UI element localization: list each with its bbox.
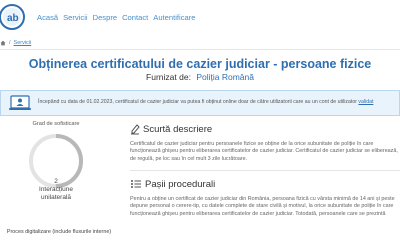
notice-link-validat[interactable]: validat bbox=[358, 99, 373, 105]
nav-item-contact[interactable]: Contact bbox=[122, 13, 148, 22]
page-title: Obținerea certificatului de cazier judic… bbox=[28, 57, 372, 71]
steps-text: Pentru a obține un certificat de cazier … bbox=[130, 196, 395, 217]
process-label: Proces digitalizare (include fluxurile i… bbox=[6, 229, 112, 235]
steps-heading: Pașii procedurali bbox=[130, 178, 215, 190]
notice-text-wrap: Începând cu data de 01.02.2023, certific… bbox=[38, 99, 373, 105]
description-heading: Scurtă descriere bbox=[130, 123, 212, 135]
info-notice: Începând cu data de 01.02.2023, certific… bbox=[0, 90, 400, 116]
pencil-icon bbox=[131, 124, 140, 135]
nav-item-autentificare[interactable]: Autentificare bbox=[153, 13, 195, 22]
description-title: Scurtă descriere bbox=[143, 123, 213, 135]
gauge-value: 2 bbox=[54, 178, 58, 185]
site-logo[interactable]: ab bbox=[0, 2, 26, 32]
section-divider bbox=[130, 170, 400, 171]
top-nav: ab Acasă Servicii Despre Contact Autenti… bbox=[0, 0, 400, 36]
provider-value: Poliția Română bbox=[196, 72, 254, 82]
home-icon[interactable] bbox=[0, 40, 6, 46]
breadcrumb-divider bbox=[0, 49, 400, 50]
breadcrumb-separator: / bbox=[9, 40, 11, 46]
provider-label: Furnizat de: bbox=[146, 72, 191, 82]
provider-line: Furnizat de: Poliția Română bbox=[0, 72, 400, 82]
nav-item-acasa[interactable]: Acasă bbox=[37, 13, 58, 22]
steps-title: Pașii procedurali bbox=[145, 178, 216, 190]
gauge-text: Interacțiune unilaterală bbox=[39, 186, 73, 201]
description-text: Certificatul de cazier judiciar pentru p… bbox=[130, 141, 398, 162]
nav-item-servicii[interactable]: Servicii bbox=[63, 13, 87, 22]
nav-item-despre[interactable]: Despre bbox=[93, 13, 117, 22]
laptop-user-icon bbox=[9, 95, 31, 110]
list-icon bbox=[131, 180, 141, 188]
breadcrumb: / Servicii bbox=[0, 40, 31, 46]
breadcrumb-servicii[interactable]: Servicii bbox=[14, 40, 32, 46]
logo-text: ab bbox=[7, 13, 19, 24]
grad-label: Grad de sofisticare bbox=[32, 121, 80, 127]
notice-text: Începând cu data de 01.02.2023, certific… bbox=[38, 99, 357, 105]
